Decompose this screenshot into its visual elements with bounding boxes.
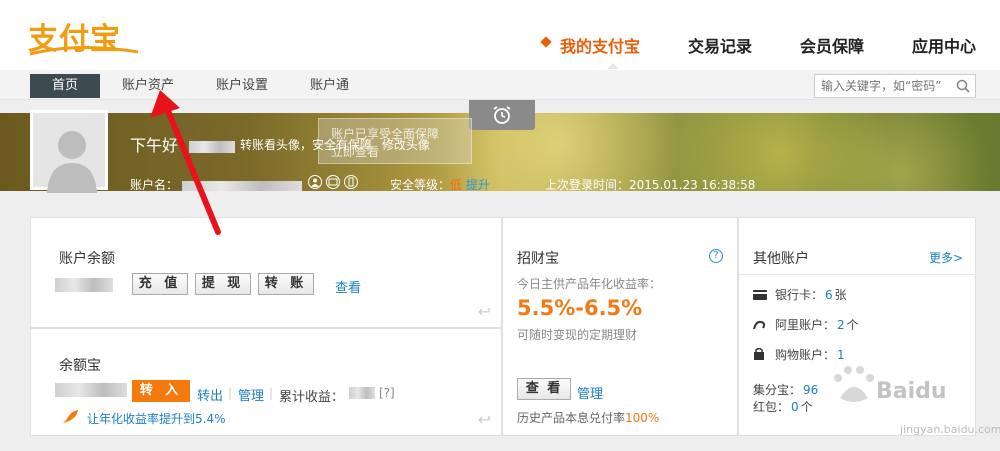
balance-title: 账户余额 <box>59 251 115 267</box>
income-help[interactable]: [?] <box>379 386 395 400</box>
bank-card-icon <box>753 289 767 300</box>
transfer-in-button[interactable]: 转 入 <box>132 380 190 402</box>
identity-icon[interactable] <box>308 175 322 189</box>
watermark-text: Baidu经验 <box>876 378 946 404</box>
yuebao-card: 余额宝 转 入 转出 | 管理 | 累计收益： [?] 让年化收益率提升到5.4… <box>30 328 502 436</box>
search-input[interactable] <box>821 75 951 97</box>
shopping-bag-icon <box>754 348 764 360</box>
recharge-button[interactable]: 充 值 <box>132 273 188 295</box>
ali-account-row[interactable]: 阿里账户： 2 个 <box>753 316 859 333</box>
account-name-line: 账户名： <box>130 176 302 193</box>
avatar-tip: 转账看头像，安全有保障 修改头像 <box>240 138 430 152</box>
security-level: 安全等级：低 提升 <box>390 178 490 192</box>
mobile-icon[interactable] <box>344 175 358 189</box>
jifenbao-row[interactable]: 集分宝： 96 <box>753 381 820 398</box>
masked-yuebao <box>55 383 127 397</box>
ali-account-icon <box>753 320 766 329</box>
alipay-page: 支付宝 我的支付宝 交易记录 会员保障 应用中心 首页 账户资产 账户设置 账户… <box>0 0 1000 451</box>
last-login: 上次登录时间：2015.01.23 16:38:58 <box>545 178 756 192</box>
zhaocaibao-title: 招财宝 <box>517 251 559 267</box>
zhaocaibao-card: 招财宝 ? 今日主供产品年化收益率： 5.5%-6.5% 可随时变现的定期理财 … <box>502 217 738 436</box>
logo-swoosh-icon <box>29 45 139 56</box>
subtab-assets[interactable]: 账户资产 <box>122 74 174 98</box>
yuebao-manage-link[interactable]: 管理 <box>238 385 264 404</box>
zhaocaibao-desc: 可随时变现的定期理财 <box>517 328 638 342</box>
verify-icons <box>308 175 358 189</box>
transfer-button[interactable]: 转 账 <box>258 273 314 295</box>
zhaocaibao-rate: 5.5%-6.5% <box>517 296 643 320</box>
reminder-button[interactable] <box>469 100 535 130</box>
yuebao-title: 余额宝 <box>59 358 101 374</box>
subtab-settings[interactable]: 账户设置 <box>216 74 268 98</box>
security-low: 低 <box>450 178 463 192</box>
main-nav: 我的支付宝 交易记录 会员保障 应用中心 <box>512 33 976 69</box>
greeting: 下午好 <box>130 132 236 156</box>
more-link[interactable]: 更多> <box>929 249 963 266</box>
top-header: 支付宝 我的支付宝 交易记录 会员保障 应用中心 <box>0 0 1000 70</box>
help-question-icon[interactable]: ? <box>709 249 723 263</box>
subtab-home[interactable]: 首页 <box>30 74 100 98</box>
security-upgrade-link[interactable]: 提升 <box>466 178 490 192</box>
masked-income <box>349 387 375 399</box>
nav-my-alipay[interactable]: 我的支付宝 <box>540 33 640 69</box>
masked-username <box>189 140 236 153</box>
balance-view-link[interactable]: 查看 <box>335 277 361 296</box>
zhaocaibao-manage-link[interactable]: 管理 <box>577 383 603 402</box>
masked-account <box>181 180 302 191</box>
other-accounts-title: 其他账户 <box>753 251 809 267</box>
bank-card-icon[interactable] <box>326 175 340 189</box>
hongbao-row[interactable]: 红包： 0 个 <box>753 398 813 415</box>
search-icon[interactable] <box>956 79 970 93</box>
income-label: 累计收益： <box>279 390 345 405</box>
rocket-icon <box>63 410 78 423</box>
zhaocaibao-view-button[interactable]: 查 看 <box>517 378 571 400</box>
nav-app-center[interactable]: 应用中心 <box>912 33 976 57</box>
yuebao-promo-link[interactable]: 让年化收益率提升到5.4% <box>87 410 226 427</box>
change-avatar-link[interactable]: 修改头像 <box>382 138 430 152</box>
subtab-account-link[interactable]: 账户通 <box>310 74 349 98</box>
baidu-watermark-icon: Baidu经验 <box>834 366 946 404</box>
return-arrow-icon: ↩ <box>477 410 491 429</box>
zhaocaibao-subtitle: 今日主供产品年化收益率： <box>517 277 662 291</box>
default-avatar-icon <box>47 131 97 193</box>
active-dot-icon <box>540 36 552 48</box>
nav-member-protection[interactable]: 会员保障 <box>800 33 864 57</box>
masked-balance <box>55 278 113 292</box>
search-box <box>814 74 976 98</box>
avatar[interactable] <box>30 110 108 193</box>
history-payout: 历史产品本息兑付率100% <box>517 411 660 425</box>
watermark-url: jingyan.baidu.com <box>900 423 1000 436</box>
balance-card: 账户余额 充 值 提 现 转 账 查看 ↩ <box>30 217 502 328</box>
caret-up-icon <box>606 63 619 69</box>
alipay-logo[interactable]: 支付宝 <box>28 14 140 58</box>
alarm-clock-icon <box>493 106 511 124</box>
bank-card-row[interactable]: 银行卡： 6 张 <box>753 286 847 303</box>
withdraw-button[interactable]: 提 现 <box>195 273 251 295</box>
return-arrow-icon: ↩ <box>477 302 491 321</box>
nav-transactions[interactable]: 交易记录 <box>688 33 752 57</box>
transfer-out-link[interactable]: 转出 <box>197 385 223 404</box>
